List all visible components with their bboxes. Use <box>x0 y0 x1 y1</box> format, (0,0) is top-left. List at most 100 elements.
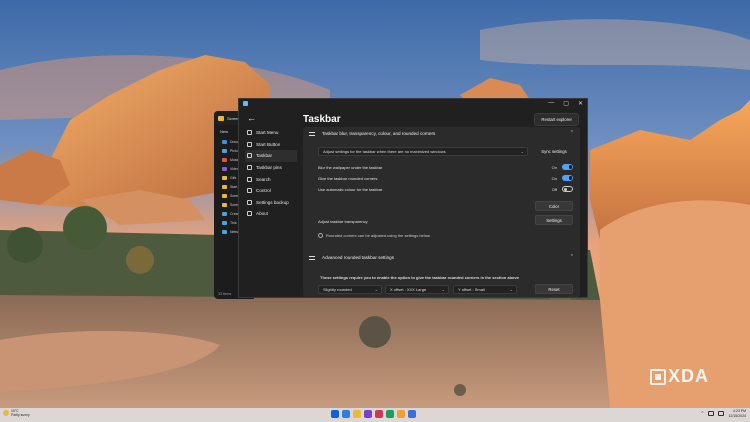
nav-item-label: Start Menu <box>256 130 279 136</box>
nav-item-search[interactable]: Search <box>245 173 297 185</box>
pinned-app-icon[interactable] <box>342 410 350 418</box>
title-bar[interactable]: — ▢ ✕ <box>239 99 587 109</box>
start-button-icon <box>247 141 252 147</box>
pinned-apps <box>331 410 416 418</box>
maximize-button[interactable]: ▢ <box>563 100 569 107</box>
weather-widget[interactable]: 16°C Partly sunny <box>3 409 30 417</box>
chevron-up-icon[interactable]: ⌃ <box>570 130 574 136</box>
folder-icon <box>222 148 227 153</box>
rounded-corners-info: Rounded corners can be adjusted using th… <box>318 233 430 238</box>
nav-sidebar: ← Start Menu Start Button Taskbar Taskbar p… <box>245 113 297 220</box>
control-icon <box>247 188 252 194</box>
pinned-app-icon[interactable] <box>408 410 416 418</box>
rounding-dropdown-value: Slightly rounded <box>323 287 352 292</box>
auto-colour-label: Use automatic colour for the taskbar <box>318 186 383 192</box>
info-icon <box>247 211 252 217</box>
rounded-corners-row: Give the taskbar rounded corners On <box>318 174 573 182</box>
rounded-corners-label: Give the taskbar rounded corners <box>318 175 378 181</box>
network-icon[interactable] <box>708 411 715 416</box>
folder-icon <box>222 202 227 207</box>
nav-item-taskbar[interactable]: Taskbar <box>245 150 297 162</box>
pinned-app-icon[interactable] <box>331 410 339 418</box>
color-button[interactable]: Color <box>535 201 573 211</box>
folder-icon <box>222 157 227 162</box>
chevron-down-icon: ⌄ <box>441 287 445 292</box>
pinned-app-icon[interactable] <box>364 410 372 418</box>
info-text: Rounded corners can be adjusted using th… <box>326 233 430 238</box>
nav-item-start-menu[interactable]: Start Menu <box>245 127 297 139</box>
nav-item-control[interactable]: Control <box>245 185 297 197</box>
folder-icon <box>222 139 227 144</box>
y-offset-dropdown-value: Y offset : Small <box>458 287 485 292</box>
pinned-app-icon[interactable] <box>386 410 394 418</box>
folder-icon <box>222 220 227 225</box>
explorer-sidebar-label: Docu <box>230 139 239 144</box>
rounding-dropdown[interactable]: Slightly rounded ⌄ <box>318 285 382 294</box>
xda-logo-icon <box>650 368 666 385</box>
auto-colour-toggle[interactable] <box>562 186 573 192</box>
explorer-sidebar-label: Start <box>230 184 238 189</box>
close-button[interactable]: ✕ <box>578 100 583 107</box>
nav-item-label: Start Button <box>256 141 281 147</box>
page-title: Taskbar <box>303 114 341 125</box>
pinned-app-icon[interactable] <box>397 410 405 418</box>
settings-window[interactable]: — ▢ ✕ ← Start Menu Start Button Taskbar Tas… <box>238 98 588 298</box>
xda-watermark: XDA <box>650 366 709 387</box>
y-offset-dropdown[interactable]: Y offset : Small ⌄ <box>453 285 517 294</box>
minimize-button[interactable]: — <box>548 100 554 107</box>
section-header[interactable]: Advanced rounded taskbar settings ⌃ <box>303 251 580 264</box>
nav-item-label: Control <box>256 188 271 194</box>
weather-desc: Partly sunny <box>11 413 30 417</box>
search-icon <box>247 176 252 182</box>
section-header[interactable]: Taskbar blur, transparency, colour, and … <box>303 127 580 140</box>
settings-sliders-icon <box>309 255 315 260</box>
blur-wallpaper-row: Blur the wallpaper under the taskbar On <box>318 163 573 171</box>
auto-colour-row: Use automatic colour for the taskbar Off <box>318 185 573 193</box>
chevron-up-icon[interactable]: ⌃ <box>700 411 704 417</box>
rounded-corners-toggle[interactable] <box>562 175 573 181</box>
folder-icon <box>222 166 227 171</box>
taskbar-icon <box>247 153 252 159</box>
blur-wallpaper-label: Blur the wallpaper under the taskbar <box>318 164 383 170</box>
clock[interactable]: 4:23 PM 12/15/2024 <box>728 409 746 418</box>
app-icon <box>243 101 248 106</box>
sync-settings-button[interactable]: Sync settings <box>535 147 573 156</box>
start-menu-icon <box>247 130 252 136</box>
section-blur-transparency: Taskbar blur, transparency, colour, and … <box>303 127 580 255</box>
backup-icon <box>247 199 252 205</box>
explorer-sidebar-label: Pictu <box>230 148 238 153</box>
reset-button[interactable]: Reset <box>535 284 573 294</box>
settings-sliders-icon <box>309 131 315 136</box>
system-tray: ⌃ 4:23 PM 12/15/2024 <box>700 409 746 418</box>
explorer-sidebar-label: Netw <box>230 229 238 234</box>
folder-icon <box>222 175 227 180</box>
back-arrow-icon[interactable]: ← <box>247 113 297 123</box>
section-advanced-rounded: Advanced rounded taskbar settings ⌃ Thes… <box>303 251 580 297</box>
nav-item-label: Search <box>256 176 271 182</box>
xda-wordmark: XDA <box>668 366 710 386</box>
nav-item-label: Settings backup <box>256 199 289 205</box>
pinned-app-icon[interactable] <box>353 410 361 418</box>
explorer-sidebar-label: This <box>230 220 237 225</box>
blur-wallpaper-toggle[interactable] <box>562 164 573 170</box>
folder-icon <box>222 184 227 189</box>
sun-icon <box>3 410 9 416</box>
nav-item-taskbar-pins[interactable]: Taskbar pins <box>245 162 297 174</box>
pinned-app-icon[interactable] <box>375 410 383 418</box>
chevron-down-icon: ⌄ <box>509 287 513 292</box>
pin-icon <box>247 165 252 171</box>
nav-item-start-button[interactable]: Start Button <box>245 139 297 151</box>
nav-item-about[interactable]: About <box>245 208 297 220</box>
restart-explorer-button[interactable]: Restart explorer <box>534 113 579 126</box>
chevron-down-icon: ⌄ <box>520 149 524 154</box>
volume-icon[interactable] <box>718 411 725 416</box>
section-description: These settings require you to enable the… <box>320 275 519 280</box>
chevron-up-icon[interactable]: ⌃ <box>570 254 574 260</box>
x-offset-dropdown-value: X offset : XXX Large <box>390 287 427 292</box>
mode-dropdown[interactable]: Adjust settings for the taskbar when the… <box>318 147 528 156</box>
x-offset-dropdown[interactable]: X offset : XXX Large ⌄ <box>385 285 449 294</box>
mode-dropdown-value: Adjust settings for the taskbar when the… <box>323 149 446 154</box>
nav-item-label: Taskbar <box>256 153 273 159</box>
nav-item-settings-backup[interactable]: Settings backup <box>245 197 297 209</box>
transparency-settings-button[interactable]: Settings <box>535 215 573 225</box>
